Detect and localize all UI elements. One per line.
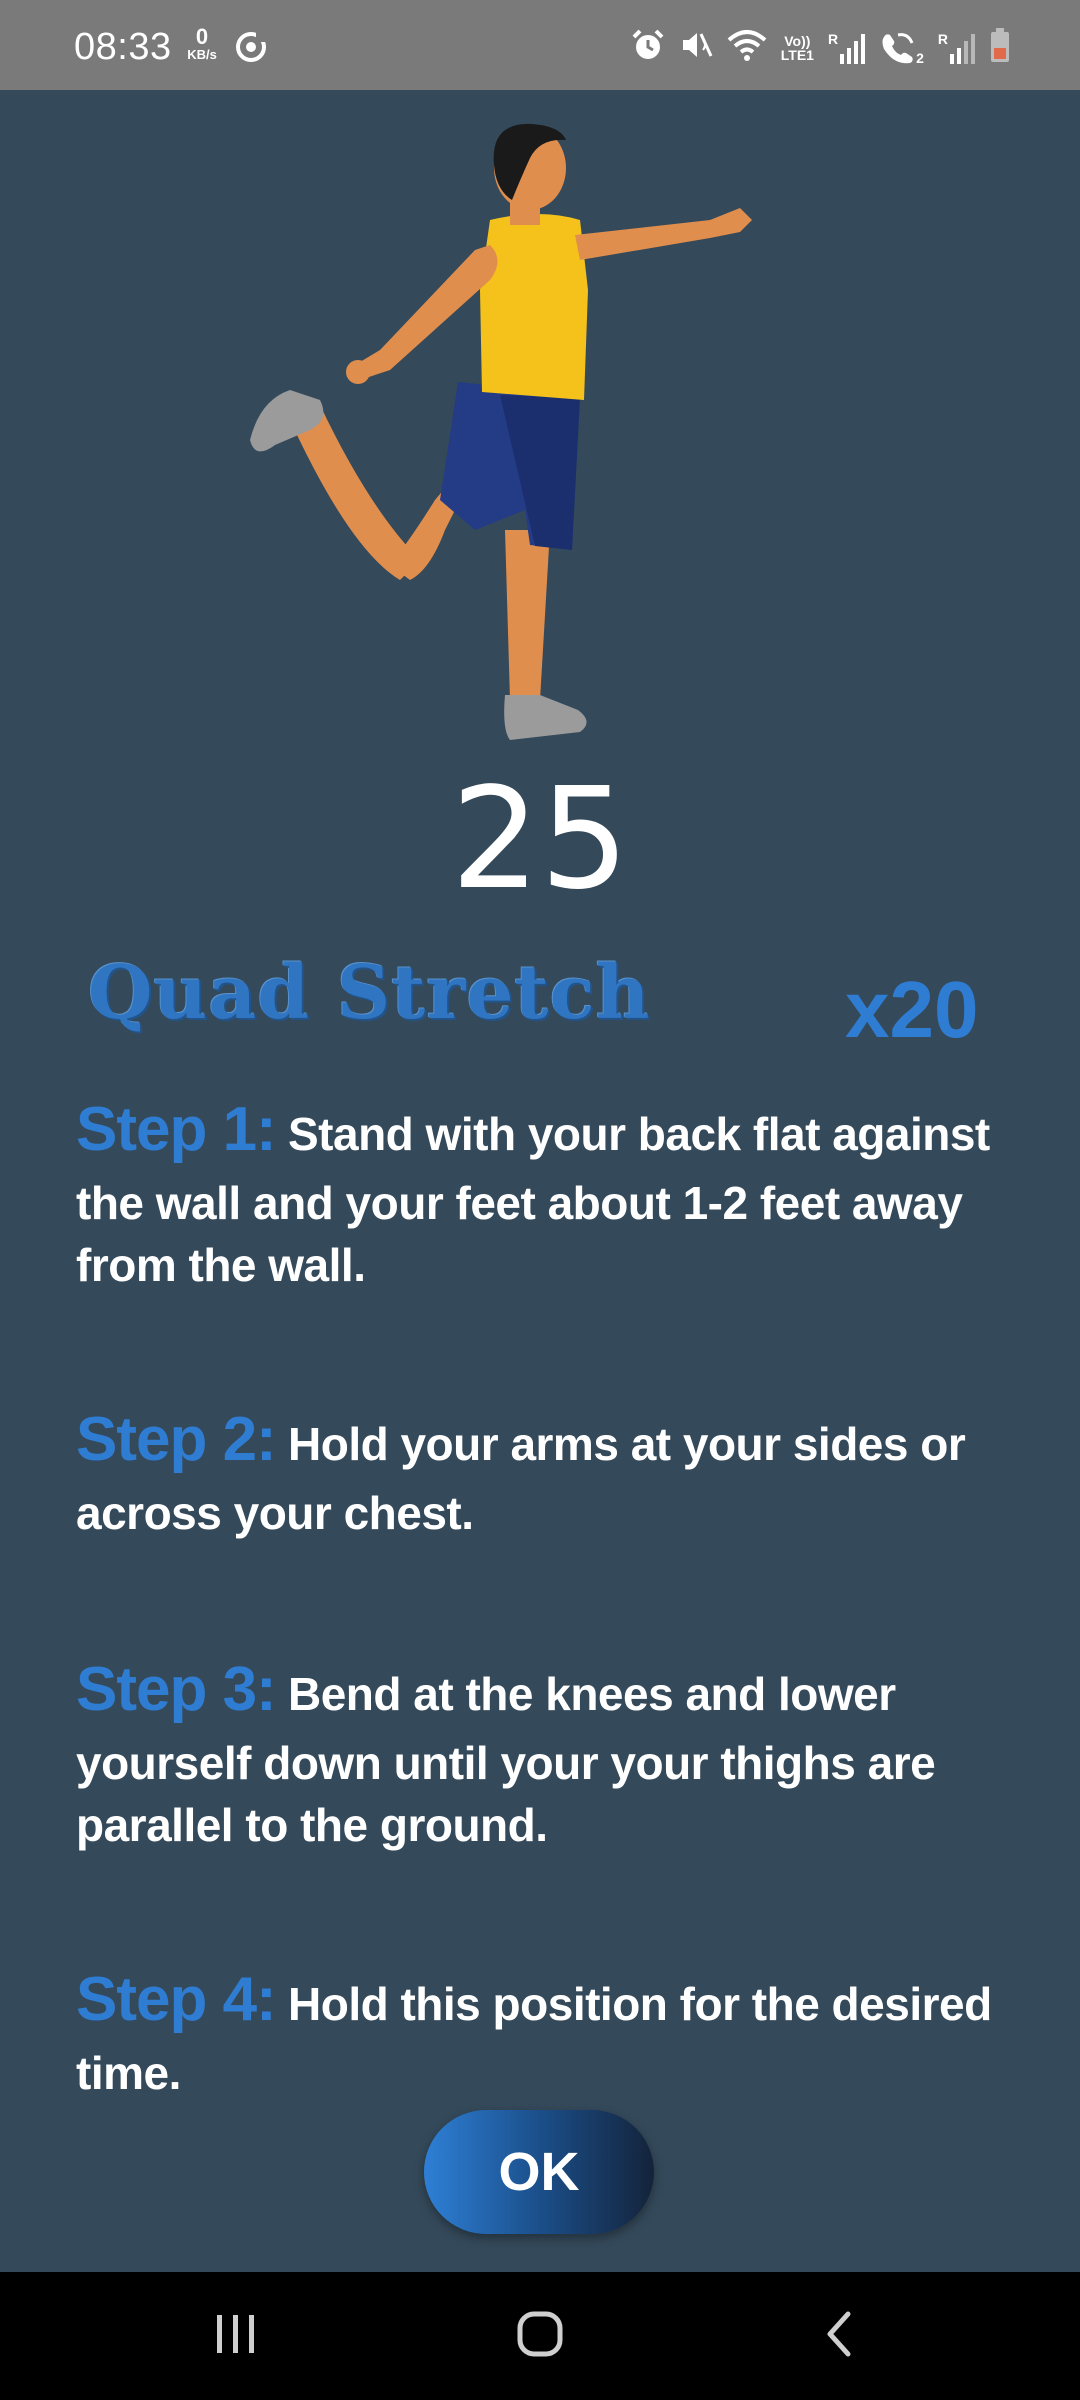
recent-apps-button[interactable]	[186, 2296, 286, 2376]
sim2-roaming-label: R	[937, 30, 948, 47]
wifi-calling-icon: 2	[880, 31, 924, 65]
step-2: Step 2: Hold your arms at your sides or …	[76, 1398, 1066, 1648]
mute-icon	[679, 28, 713, 67]
navigation-bar	[0, 2272, 1080, 2400]
volte-lte-indicator: Vo)) LTE1	[781, 34, 814, 62]
signal-icon: R	[828, 32, 866, 64]
step-1: Step 1: Stand with your back flat agains…	[76, 1088, 1066, 1398]
sim2-index: 2	[916, 49, 924, 66]
ok-button[interactable]: OK	[424, 2110, 654, 2234]
sync-icon	[234, 30, 268, 69]
lte-label: LTE1	[780, 46, 814, 63]
status-time: 08:33	[74, 26, 172, 68]
step-label: Step 4:	[76, 1965, 277, 2034]
step-3: Step 3: Bend at the knees and lower your…	[76, 1648, 1066, 1958]
exercise-title: Quad Stretch	[88, 950, 651, 1036]
instructions: Step 1: Stand with your back flat agains…	[76, 1088, 1066, 2099]
back-icon	[820, 2309, 860, 2364]
repetitions-count: x20	[845, 965, 979, 1054]
recent-apps-icon	[213, 2311, 259, 2362]
step-label: Step 3:	[76, 1655, 277, 1724]
volte-label: Vo))	[784, 32, 811, 49]
exercise-illustration	[240, 110, 760, 760]
status-bar: 08:33 0 KB/s Vo)) LTE1 R 2 R	[0, 0, 1080, 90]
step-4: Step 4: Hold this position for the desir…	[76, 1958, 1066, 2099]
alarm-icon	[631, 28, 665, 67]
sim1-roaming-label: R	[827, 30, 839, 47]
battery-icon	[990, 28, 1010, 67]
network-speed: 0 KB/s	[180, 24, 224, 62]
step-label: Step 2:	[76, 1405, 277, 1474]
status-icons: Vo)) LTE1 R 2 R	[631, 28, 1010, 67]
home-icon	[515, 2309, 565, 2364]
step-label: Step 1:	[76, 1095, 277, 1164]
network-speed-value: 0	[195, 24, 209, 49]
back-button[interactable]	[790, 2296, 890, 2376]
signal-icon: R	[938, 32, 976, 64]
countdown-timer: 25	[450, 758, 630, 921]
network-speed-unit: KB/s	[187, 47, 217, 62]
home-button[interactable]	[490, 2296, 590, 2376]
wifi-icon	[727, 28, 767, 67]
